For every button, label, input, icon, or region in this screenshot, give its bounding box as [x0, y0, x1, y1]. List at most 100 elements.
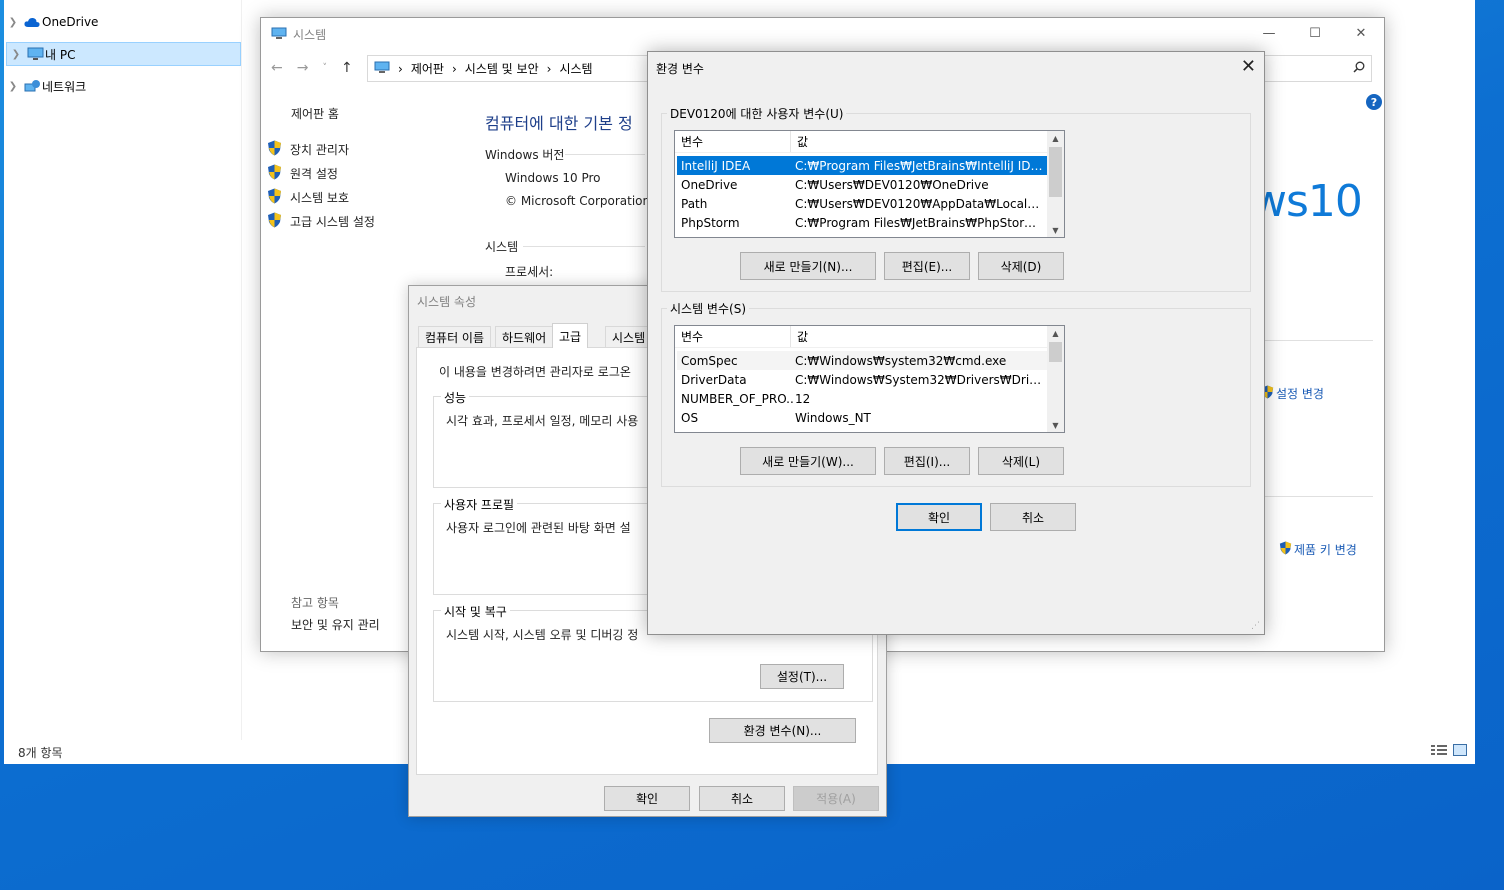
control-panel-home-link[interactable]: 제어판 홈 — [291, 105, 339, 122]
list-header: 변수 값 — [675, 326, 1047, 348]
breadcrumb-control-panel[interactable]: 제어판 — [411, 60, 444, 77]
windows-edition-value: Windows 10 Pro — [505, 171, 601, 185]
computer-icon — [374, 61, 390, 77]
processor-label: 프로세서: — [505, 265, 554, 279]
column-header-variable[interactable]: 변수 — [675, 326, 791, 347]
scroll-up-icon[interactable]: ▲ — [1047, 131, 1064, 145]
column-header-variable[interactable]: 변수 — [675, 131, 791, 152]
system-protection-link[interactable]: 시스템 보호 — [267, 188, 349, 207]
performance-description: 시각 효과, 프로세서 일정, 메모리 사용 — [446, 414, 639, 428]
chevron-right-icon[interactable]: ❯ — [4, 81, 22, 92]
nav-item-label: 내 PC — [45, 47, 76, 62]
change-product-key-link[interactable]: 제품 키 변경 — [1279, 541, 1357, 558]
section-divider — [565, 154, 645, 155]
column-header-value[interactable]: 값 — [791, 131, 1047, 152]
advanced-system-settings-link[interactable]: 고급 시스템 설정 — [267, 212, 375, 231]
user-variables-group-title: DEV0120에 대한 사용자 변수(U) — [667, 105, 847, 122]
page-title: 컴퓨터에 대한 기본 정 — [485, 114, 633, 133]
user-delete-button[interactable]: 삭제(D) — [978, 252, 1064, 280]
list-item[interactable]: Path C:₩Users₩DEV0120₩AppData₩Local₩Micr… — [677, 194, 1047, 213]
minimize-button[interactable]: — — [1246, 18, 1292, 48]
startup-settings-button[interactable]: 설정(T)... — [760, 664, 844, 689]
system-variables-list[interactable]: 변수 값 ComSpec C:₩Windows₩system32₩cmd.exe… — [674, 325, 1065, 433]
system-heading: 시스템 — [485, 240, 519, 254]
tab-computer-name[interactable]: 컴퓨터 이름 — [418, 326, 492, 347]
breadcrumb-system-security[interactable]: 시스템 및 보안 — [465, 60, 539, 77]
apply-button[interactable]: 적용(A) — [793, 786, 879, 811]
nav-item-this-pc[interactable]: ❯ 내 PC — [6, 42, 241, 66]
tab-hardware[interactable]: 하드웨어 — [495, 326, 554, 347]
dialog-title: 시스템 속성 — [417, 295, 477, 309]
scroll-down-icon[interactable]: ▼ — [1047, 223, 1064, 237]
vertical-scrollbar[interactable]: ▲ ▼ — [1047, 131, 1064, 237]
startup-recovery-description: 시스템 시작, 시스템 오류 및 디버깅 정 — [446, 628, 639, 642]
system-edit-button[interactable]: 편집(I)... — [884, 447, 970, 475]
change-settings-link[interactable]: 설정 변경 — [1261, 385, 1324, 402]
up-arrow-icon[interactable]: ↑ — [341, 60, 353, 76]
list-item[interactable]: DriverData C:₩Windows₩System32₩Drivers₩D… — [677, 370, 1047, 389]
windows-edition-heading: Windows 버전 — [485, 148, 565, 162]
nav-item-onedrive[interactable]: ❯ OneDrive — [4, 10, 239, 34]
cancel-button[interactable]: 취소 — [990, 503, 1076, 531]
list-item[interactable]: OS Windows_NT — [677, 408, 1047, 427]
remote-settings-link[interactable]: 원격 설정 — [267, 164, 338, 183]
list-item[interactable]: IntelliJ IDEA C:₩Program Files₩JetBrains… — [677, 156, 1047, 175]
breadcrumb-separator: › — [398, 61, 403, 76]
device-manager-link[interactable]: 장치 관리자 — [267, 140, 349, 159]
security-maintenance-link[interactable]: 보안 및 유지 관리 — [291, 616, 380, 633]
scroll-thumb[interactable] — [1049, 342, 1062, 362]
forward-arrow-icon[interactable]: → — [297, 60, 309, 76]
user-new-button[interactable]: 새로 만들기(N)... — [740, 252, 876, 280]
scroll-thumb[interactable] — [1049, 147, 1062, 197]
resize-grip-icon[interactable]: ⋰ — [1251, 621, 1260, 631]
chevron-right-icon[interactable]: ❯ — [4, 17, 22, 28]
column-header-value[interactable]: 값 — [791, 326, 1047, 347]
section-divider — [523, 246, 645, 247]
nav-item-network[interactable]: ❯ 네트워크 — [4, 74, 239, 98]
ok-button[interactable]: 확인 — [896, 503, 982, 531]
uac-shield-icon — [1279, 541, 1292, 558]
close-icon[interactable]: ✕ — [1241, 56, 1256, 77]
large-icons-view-icon[interactable] — [1453, 744, 1467, 759]
list-item[interactable]: ComSpec C:₩Windows₩system32₩cmd.exe — [677, 351, 1047, 370]
address-navigation: ← → ˅ ↑ — [271, 60, 353, 76]
back-arrow-icon[interactable]: ← — [271, 60, 283, 76]
ok-button[interactable]: 확인 — [604, 786, 690, 811]
close-button[interactable]: ✕ — [1338, 18, 1384, 48]
system-delete-button[interactable]: 삭제(L) — [978, 447, 1064, 475]
user-profiles-group-title: 사용자 프로필 — [441, 496, 518, 513]
breadcrumb-separator: › — [546, 61, 552, 76]
see-also-heading: 참고 항목 — [291, 596, 339, 610]
window-caption-buttons: — ☐ ✕ — [1246, 18, 1384, 48]
network-icon — [22, 79, 42, 94]
uac-shield-icon — [267, 212, 282, 231]
user-edit-button[interactable]: 편집(E)... — [884, 252, 970, 280]
scroll-down-icon[interactable]: ▼ — [1047, 418, 1064, 432]
list-item[interactable]: PhpStorm C:₩Program Files₩JetBrains₩PhpS… — [677, 213, 1047, 232]
scroll-up-icon[interactable]: ▲ — [1047, 326, 1064, 340]
search-input[interactable] — [1261, 55, 1372, 82]
system-new-button[interactable]: 새로 만들기(W)... — [740, 447, 876, 475]
cancel-button[interactable]: 취소 — [699, 786, 785, 811]
breadcrumb-separator: › — [451, 61, 457, 76]
list-item[interactable]: NUMBER_OF_PRO... 12 — [677, 389, 1047, 408]
breadcrumb-system[interactable]: 시스템 — [559, 60, 592, 77]
details-view-icon[interactable] — [1431, 744, 1447, 759]
help-icon[interactable]: ? — [1366, 94, 1382, 110]
user-variables-list[interactable]: 변수 값 IntelliJ IDEA C:₩Program Files₩JetB… — [674, 130, 1065, 238]
vertical-scrollbar[interactable]: ▲ ▼ — [1047, 326, 1064, 432]
performance-group-title: 성능 — [441, 389, 470, 406]
chevron-right-icon[interactable]: ❯ — [7, 49, 25, 60]
tab-advanced[interactable]: 고급 — [552, 323, 589, 348]
maximize-button[interactable]: ☐ — [1292, 18, 1338, 48]
admin-notice: 이 내용을 변경하려면 관리자로 로그온 — [439, 365, 631, 379]
system-variables-group-title: 시스템 변수(S) — [667, 300, 749, 317]
list-item[interactable]: OneDrive C:₩Users₩DEV0120₩OneDrive — [677, 175, 1047, 194]
recent-locations-chevron-icon[interactable]: ˅ — [322, 60, 327, 76]
list-header: 변수 값 — [675, 131, 1047, 153]
environment-variables-dialog: 환경 변수 ✕ DEV0120에 대한 사용자 변수(U) 변수 값 Intel… — [647, 51, 1265, 635]
address-bar[interactable]: › 제어판 › 시스템 및 보안 › 시스템 — [367, 55, 657, 82]
environment-variables-button[interactable]: 환경 변수(N)... — [709, 718, 856, 743]
tab-system-protection[interactable]: 시스템 — [605, 326, 653, 347]
dialog-title: 환경 변수 — [656, 62, 704, 76]
